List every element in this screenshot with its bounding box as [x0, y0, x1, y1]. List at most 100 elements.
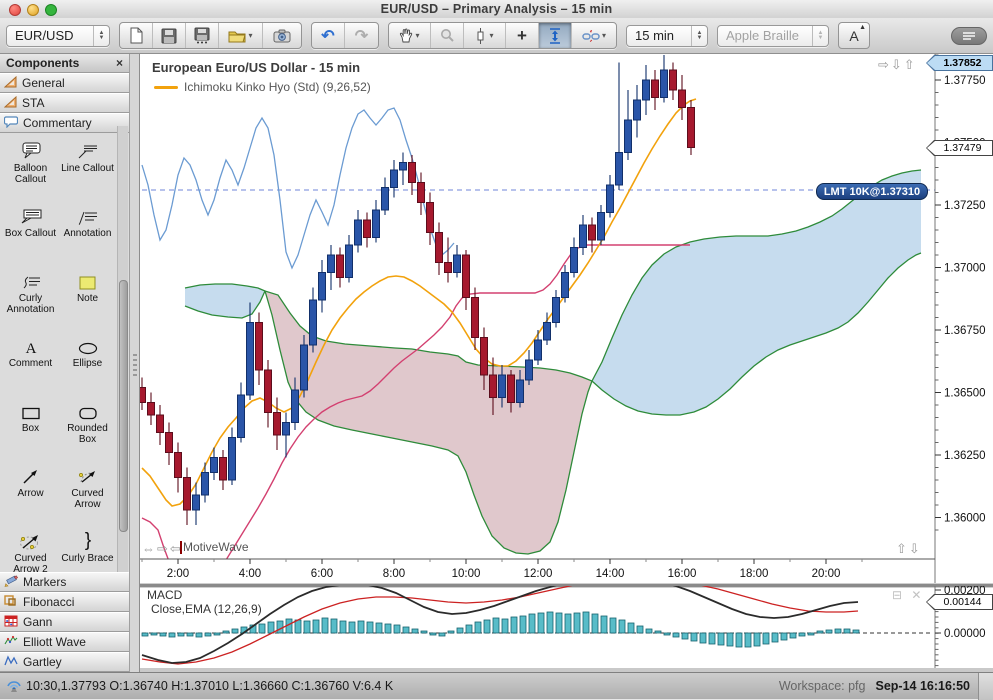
crosshair-icon: + [517, 25, 527, 45]
sidebar-scrollbar[interactable] [117, 126, 128, 583]
timeframe-select[interactable]: 15 min ▲ ▼ [626, 24, 708, 47]
sidebar-section-gartley[interactable]: Gartley [0, 652, 129, 672]
box-callout-icon [20, 205, 42, 225]
sidebar-section-elliott-wave[interactable]: Elliott Wave [0, 632, 129, 652]
snapshot-button[interactable] [263, 23, 301, 48]
clock-label: Sep-14 16:16:50 [875, 679, 970, 693]
sidebar-section-fibonacci[interactable]: Fibonacci [0, 592, 129, 612]
dropdown-arrow-icon: ▾ [489, 31, 494, 40]
resize-grip[interactable] [978, 672, 993, 700]
redo-button[interactable]: ↷ [345, 23, 378, 48]
fit-vertical-icon [550, 27, 560, 44]
time-axis-label: 10:00 [452, 568, 481, 580]
tool-box[interactable]: Box [2, 400, 59, 465]
curly-annotation-icon [21, 270, 41, 290]
tool-label: Balloon Callout [13, 163, 48, 185]
fibonacci-icon [4, 594, 18, 610]
last-price-tag: 1.37479 [926, 140, 993, 156]
components-panel: Components × General STA Commentary Balloo… [0, 54, 130, 672]
arrow-icon [22, 465, 40, 485]
symbol-select[interactable]: EUR/USD ▲ ▼ [6, 24, 110, 47]
tool-label: Arrow [17, 488, 44, 499]
timeframe-select-value: 15 min [635, 28, 675, 43]
save-button[interactable] [153, 23, 186, 48]
tool-rounded-box[interactable]: Rounded Box [59, 400, 116, 465]
triangle-ruler-icon [3, 95, 17, 111]
tool-balloon-callout[interactable]: Balloon Callout [2, 140, 59, 205]
section-label: Gartley [23, 655, 62, 669]
font-select-value: Apple Braille [726, 28, 799, 43]
tool-curly-annotation[interactable]: Curly Annotation [2, 270, 59, 335]
annotation-icon [78, 205, 98, 225]
tool-label: Curly Brace [61, 553, 114, 564]
tool-arrow[interactable]: Arrow [2, 465, 59, 530]
font-select[interactable]: Apple Braille ▲ ▼ [717, 24, 829, 47]
list-icon [963, 31, 975, 40]
macd-window-buttons[interactable]: ⊟ ✕ [892, 588, 924, 602]
tool-box-callout[interactable]: Box Callout [2, 205, 59, 270]
sidebar-section-general[interactable]: General [0, 73, 129, 93]
new-chart-button[interactable] [120, 23, 153, 48]
tool-label: Note [76, 293, 99, 304]
stepper-arrows-icon: ▲ ▼ [812, 25, 828, 46]
tool-note[interactable]: Note [59, 270, 116, 335]
undo-icon: ↶ [321, 27, 335, 45]
sidebar-section-sta[interactable]: STA [0, 93, 129, 113]
section-label: Markers [23, 575, 67, 589]
sidebar-section-gann[interactable]: Gann [0, 612, 129, 632]
time-axis-label: 18:00 [740, 568, 769, 580]
limit-order-tag[interactable]: LMT 10K@1.37310 [816, 183, 928, 200]
curly-brace-icon: } [81, 530, 95, 550]
tool-annotation[interactable]: Annotation [59, 205, 116, 270]
connection-status-icon [7, 681, 21, 692]
scroll-arrows-bottom-right[interactable]: ⇧⇩ [896, 541, 922, 557]
component-bottom-sections: Markers Fibonacci Gann Elliott Wave Gartley [0, 572, 129, 672]
zoom-tool-button[interactable] [431, 23, 464, 48]
pan-tool-button[interactable]: ▾ [389, 23, 431, 48]
tool-comment[interactable]: A Comment [2, 335, 59, 400]
open-folder-icon [228, 31, 247, 42]
tool-label: Curly Annotation [6, 293, 55, 315]
open-button[interactable]: ▾ [219, 23, 263, 48]
time-axis-label: 12:00 [524, 568, 553, 580]
section-label: Gann [23, 615, 53, 629]
price-chart-canvas[interactable]: 1.377501.375001.372501.370001.367501.365… [140, 54, 993, 583]
titlebar: EUR/USD – Primary Analysis – 15 min [0, 0, 993, 19]
tool-ellipse[interactable]: Ellipse [59, 335, 116, 400]
sidebar-scrollbar-thumb[interactable] [119, 280, 128, 532]
comment-icon: A [23, 335, 39, 355]
tool-curved-arrow[interactable]: Curved Arrow [59, 465, 116, 530]
scroll-arrows-top-right[interactable]: ⇨⇩⇧ [878, 57, 917, 73]
price-axis-label: 1.37750 [944, 75, 986, 87]
sidebar-section-markers[interactable]: Markers [0, 572, 129, 592]
font-size-button[interactable]: A ▲ [838, 22, 870, 49]
tool-line-callout[interactable]: Line Callout [59, 140, 116, 205]
chart-legend: Ichimoku Kinko Hyo (Std) (9,26,52) [154, 80, 371, 94]
panel-toggle-button[interactable] [951, 26, 987, 45]
font-size-label: A [849, 27, 859, 44]
price-axis-label: 1.36750 [944, 325, 986, 337]
scroll-arrows-bottom-left[interactable]: ⇔⇨⇦ [142, 541, 183, 557]
balloon-callout-icon [21, 140, 41, 160]
status-bar: 10:30,1.37793 O:1.36740 H:1.37010 L:1.36… [0, 672, 993, 700]
redo-icon: ↷ [354, 27, 369, 45]
hand-icon [400, 28, 413, 43]
bar-type-button[interactable]: ▾ [464, 23, 506, 48]
curved-arrow-icon [77, 465, 99, 485]
macd-canvas[interactable]: 0.002000.00000 [140, 586, 993, 668]
link-button[interactable]: ▾ [572, 23, 616, 48]
tool-label: Line Callout [61, 163, 114, 174]
increase-arrow-icon: ▲ [859, 24, 866, 31]
undo-button[interactable]: ↶ [312, 23, 345, 48]
macd-subtitle: Close,EMA (12,26,9) [151, 602, 262, 616]
close-panel-button[interactable]: × [116, 56, 123, 70]
pencil-icon [4, 574, 19, 590]
box-icon [21, 400, 41, 420]
panel-splitter[interactable] [130, 54, 140, 672]
stepper-arrows-icon: ▲ ▼ [691, 25, 707, 46]
vertical-fit-button[interactable] [539, 23, 572, 48]
tool-label: Annotation [63, 228, 112, 239]
save-as-button[interactable] [186, 23, 219, 48]
crosshair-button[interactable]: + [506, 23, 539, 48]
toolbar: EUR/USD ▲ ▼ ▾ ↶ ↷ ▾ ▾ + ▾ 15 min ▲ ▼ App… [0, 18, 993, 54]
